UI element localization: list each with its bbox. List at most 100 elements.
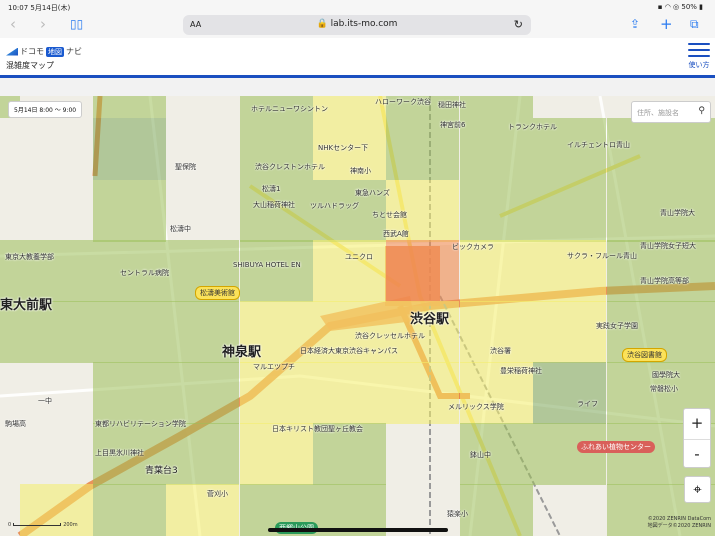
- map-label[interactable]: 神泉駅: [222, 341, 261, 360]
- zoom-in-button[interactable]: +: [684, 409, 710, 439]
- map-label[interactable]: ライフ: [577, 399, 598, 409]
- logo-text: ドコモ: [20, 47, 44, 56]
- map-label[interactable]: トランクホテル: [508, 122, 557, 132]
- map-label[interactable]: セントラル病院: [120, 268, 169, 278]
- map-label[interactable]: 東京大教養学部: [5, 252, 54, 262]
- map-label[interactable]: 渋谷クレッセルホテル: [355, 331, 425, 341]
- search-icon[interactable]: ⚲: [698, 106, 705, 116]
- back-icon[interactable]: ‹: [10, 15, 16, 33]
- url-text[interactable]: 🔒 lab.its-mo.com: [183, 19, 531, 29]
- map-label[interactable]: マルエツプチ: [253, 362, 295, 372]
- map-label[interactable]: 実践女子学園: [596, 321, 638, 331]
- copyright-2: 地図データ©2020 ZENRIN: [647, 523, 711, 529]
- map-label[interactable]: 青葉台3: [145, 463, 178, 476]
- map-label[interactable]: 駒場高: [5, 419, 26, 429]
- congestion-cell-level-1: [607, 423, 680, 485]
- congestion-cell-level-1: [93, 96, 166, 118]
- search-input[interactable]: 住所、施設名 ⚲: [631, 101, 711, 123]
- map-label[interactable]: 常磐松小: [650, 384, 678, 394]
- search-placeholder: 住所、施設名: [637, 109, 679, 117]
- map-label[interactable]: 穏田神社: [438, 100, 466, 110]
- map-label[interactable]: 日本経済大東京渋谷キャンパス: [300, 346, 398, 356]
- map-label[interactable]: 上目黒氷川神社: [95, 448, 144, 458]
- congestion-cell-level-4: [533, 362, 606, 424]
- congestion-cell-level-2: [533, 301, 606, 363]
- address-bar[interactable]: AA 🔒 lab.its-mo.com ↻: [183, 15, 531, 35]
- map-label[interactable]: 松濤中: [170, 224, 191, 234]
- map-label[interactable]: ビックカメラ: [452, 242, 494, 252]
- bookmarks-icon[interactable]: ▯▯: [70, 17, 83, 31]
- map-label[interactable]: 青山学院大: [660, 208, 695, 218]
- map-label[interactable]: 青山学院女子短大: [640, 241, 696, 251]
- map-label[interactable]: ちとせ会館: [372, 210, 407, 220]
- poi-library[interactable]: 渋谷図書館: [622, 348, 667, 362]
- battery-level: 50%: [681, 3, 697, 11]
- map-label[interactable]: ユニクロ: [345, 252, 373, 262]
- map-view[interactable]: ホテルニューワシントン ハローワーク渋谷 穏田神社神宮前6 トランクホテル NHKセンタ…: [0, 96, 715, 536]
- location-icon: ⌖: [693, 480, 702, 498]
- map-label[interactable]: 猿楽小: [447, 509, 468, 519]
- map-label[interactable]: ホテルニューワシントン: [251, 104, 328, 114]
- share-icon[interactable]: ⇪: [630, 17, 640, 31]
- congestion-cell-level-1: [680, 118, 715, 180]
- status-right: ▪ ◠ ◎ 50% ▮: [657, 3, 703, 11]
- map-label[interactable]: SHIBUYA HOTEL EN: [233, 261, 301, 269]
- date-range-label[interactable]: 5月14日 8:00 ～ 9:00: [8, 101, 83, 118]
- map-label[interactable]: 聖保院: [175, 162, 196, 172]
- zoom-out-button[interactable]: -: [684, 439, 710, 469]
- map-label[interactable]: 東大前駅: [0, 294, 52, 313]
- page-subtitle: 混雑度マップ: [6, 61, 54, 70]
- map-label[interactable]: 松濤1: [262, 184, 280, 194]
- congestion-cell-level-2: [20, 484, 93, 536]
- forward-icon[interactable]: ›: [40, 15, 46, 33]
- current-location-button[interactable]: ⌖: [684, 476, 711, 503]
- scale-label: 200m: [63, 522, 78, 528]
- map-label[interactable]: 神宮前6: [440, 120, 465, 130]
- congestion-cell-level-1: [93, 484, 166, 536]
- poi-botanical[interactable]: ふれあい植物センター: [577, 441, 655, 453]
- map-label[interactable]: 大山稲荷神社: [253, 200, 295, 210]
- map-label[interactable]: 豊栄稲荷神社: [500, 366, 542, 376]
- tabs-icon[interactable]: ⧉: [690, 17, 699, 32]
- congestion-cell-level-2: [313, 362, 386, 424]
- congestion-cell-level-2: [386, 362, 459, 424]
- map-label[interactable]: 渋谷クレストンホテル: [255, 162, 325, 172]
- scale-bar: 0 200m: [8, 522, 78, 528]
- map-label[interactable]: ハローワーク渋谷: [375, 97, 431, 107]
- congestion-cell-level-1: [460, 96, 533, 118]
- map-label[interactable]: 鉢山中: [470, 450, 491, 460]
- reload-icon[interactable]: ↻: [514, 18, 523, 31]
- map-label[interactable]: イルチェントロ青山: [567, 140, 630, 150]
- congestion-cell-level-2: [313, 240, 386, 302]
- map-label[interactable]: 青山学院高等部: [640, 276, 689, 286]
- copyright: ©2020 ZENRIN DataCom 地図データ©2020 ZENRIN: [648, 516, 711, 530]
- map-label[interactable]: 國學院大: [652, 370, 680, 380]
- map-label[interactable]: NHKセンター下: [318, 143, 368, 153]
- new-tab-icon[interactable]: +: [660, 15, 673, 33]
- congestion-overlay: [0, 96, 715, 536]
- congestion-cell-level-1: [240, 240, 313, 302]
- logo-mark-icon: [6, 47, 18, 56]
- map-label[interactable]: 神南小: [350, 166, 371, 176]
- congestion-cell-level-1: [20, 240, 93, 302]
- congestion-cell-level-1: [533, 180, 606, 242]
- map-label[interactable]: 一中: [38, 396, 52, 406]
- menu-button[interactable]: 使い方: [686, 43, 712, 69]
- map-label[interactable]: 東都リハビリテーション学院: [95, 419, 186, 429]
- congestion-cell-level-1: [680, 301, 715, 363]
- map-label[interactable]: 渋谷署: [490, 346, 511, 356]
- map-label[interactable]: ツルハドラッグ: [310, 201, 359, 211]
- home-indicator[interactable]: [268, 528, 448, 532]
- map-label[interactable]: サクラ・フルール青山: [567, 251, 637, 261]
- poi-museum[interactable]: 松濤美術館: [195, 286, 240, 300]
- menu-label: 使い方: [688, 61, 710, 69]
- map-label[interactable]: 日本キリスト教団聖ヶ丘教会: [272, 424, 363, 434]
- map-label[interactable]: 西武A館: [383, 229, 409, 239]
- congestion-cell-level-1: [460, 180, 533, 242]
- congestion-cell-level-1: [533, 423, 606, 485]
- map-label[interactable]: 菅刈小: [207, 489, 228, 499]
- map-label[interactable]: メルリックス学院: [448, 402, 504, 412]
- map-label[interactable]: 渋谷駅: [410, 308, 449, 327]
- logo[interactable]: ドコモ 地図 ナビ: [6, 46, 82, 57]
- map-label[interactable]: 東急ハンズ: [355, 188, 390, 198]
